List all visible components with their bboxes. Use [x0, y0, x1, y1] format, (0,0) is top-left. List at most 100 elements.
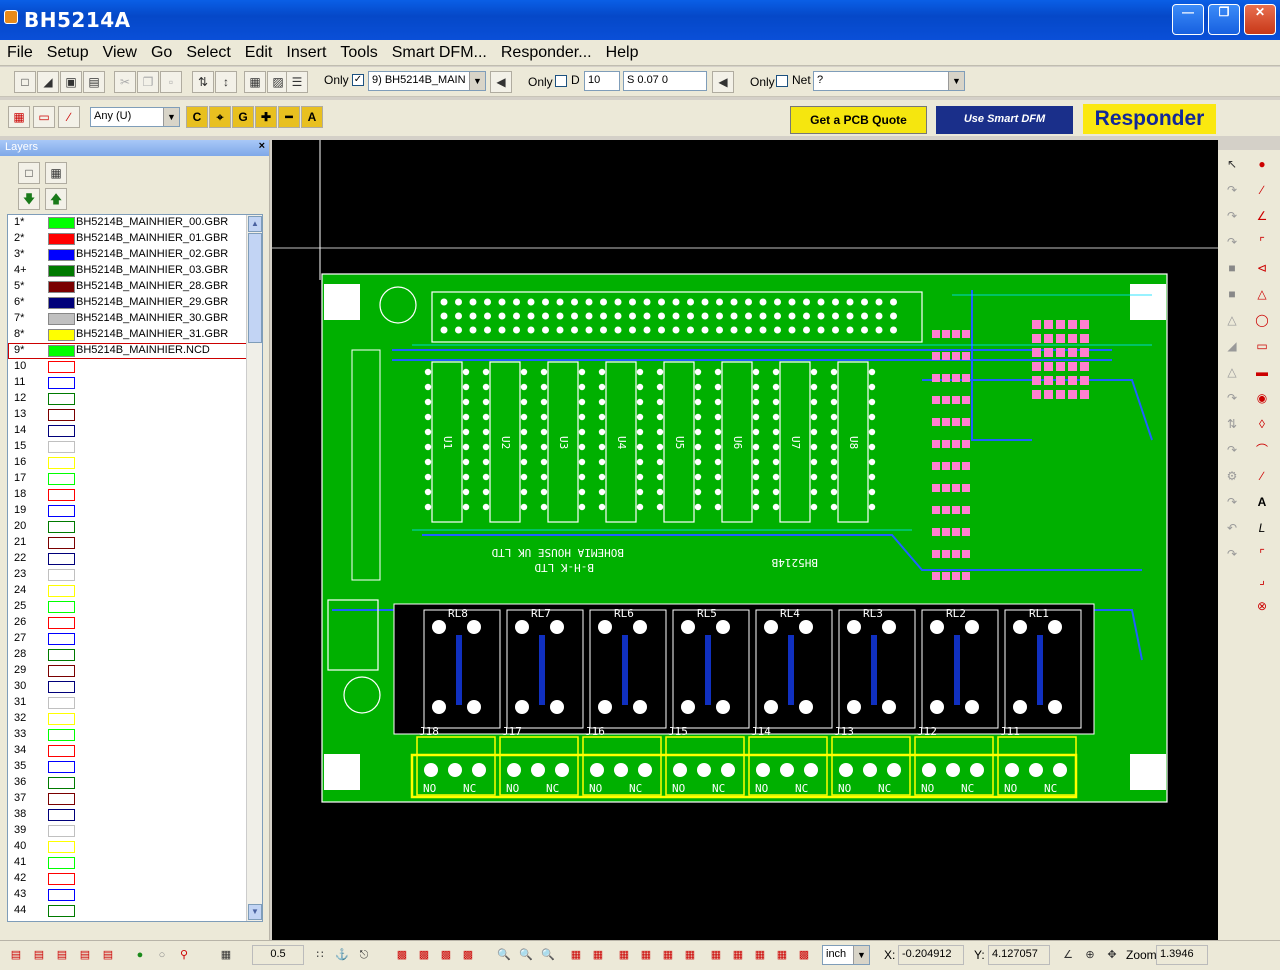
- select-box3-icon[interactable]: ▩: [436, 945, 456, 965]
- layer-row[interactable]: 39: [8, 823, 262, 839]
- corner-line-icon[interactable]: ⌜: [1252, 232, 1272, 252]
- layer-color-swatch[interactable]: [48, 265, 75, 277]
- layer-color-swatch[interactable]: [48, 217, 75, 229]
- select-box1-icon[interactable]: ▩: [392, 945, 412, 965]
- view2-icon[interactable]: ▦: [588, 945, 608, 965]
- view6-icon[interactable]: ▦: [680, 945, 700, 965]
- layer-color-swatch[interactable]: [48, 889, 75, 901]
- grid-toggle-icon[interactable]: ▦: [216, 945, 236, 965]
- copy-tool-icon[interactable]: ↷: [1222, 206, 1242, 226]
- menu-tools[interactable]: Tools: [333, 40, 384, 62]
- responder-button[interactable]: Responder: [1083, 104, 1216, 134]
- settings-icon[interactable]: ⚙: [1222, 466, 1242, 486]
- layer-color-swatch[interactable]: [48, 809, 75, 821]
- text-tool-icon[interactable]: A: [1252, 492, 1272, 512]
- open-folder-icon[interactable]: ◢: [37, 71, 59, 93]
- layer-row[interactable]: 36: [8, 775, 262, 791]
- layer-color-swatch[interactable]: [48, 553, 75, 565]
- arc-line-icon[interactable]: ⊲: [1252, 258, 1272, 278]
- layer-color-swatch[interactable]: [48, 409, 75, 421]
- layer-color-swatch[interactable]: [48, 729, 75, 741]
- layer-color-swatch[interactable]: [48, 489, 75, 501]
- view5-icon[interactable]: ▦: [658, 945, 678, 965]
- minimize-button[interactable]: —: [1172, 4, 1204, 35]
- layer-color-swatch[interactable]: [48, 825, 75, 837]
- view3-icon[interactable]: ▦: [614, 945, 634, 965]
- move-up-icon[interactable]: 🡅: [45, 188, 67, 210]
- menu-file[interactable]: File: [0, 40, 40, 62]
- layer-row[interactable]: 40: [8, 839, 262, 855]
- layer-color-swatch[interactable]: [48, 793, 75, 805]
- view7-icon[interactable]: ▦: [706, 945, 726, 965]
- layer-row[interactable]: 43: [8, 887, 262, 903]
- circle-tool-icon[interactable]: ◯: [1252, 310, 1272, 330]
- mirror-tool-icon[interactable]: △: [1222, 310, 1242, 330]
- layer-row[interactable]: 6* BH5214B_MAINHIER_29.GBR: [8, 295, 262, 311]
- layer-list-scrollbar[interactable]: ▲ ▼: [246, 215, 262, 921]
- layer-color-swatch[interactable]: [48, 441, 75, 453]
- stretch-tool-icon[interactable]: △: [1222, 362, 1242, 382]
- light-on-icon[interactable]: ●: [130, 945, 150, 965]
- close-button[interactable]: ✕: [1244, 4, 1276, 35]
- snap-a-icon[interactable]: A: [301, 106, 323, 128]
- pcb-canvas[interactable]: U1 U2 U3 U4 U5 U6 U7 U8 RL8 RL7 RL6 RL5 RL4 RL3 RL2 RL…: [272, 140, 1218, 940]
- layer-mode1-icon[interactable]: ▤: [6, 945, 26, 965]
- layer-row[interactable]: 2* BH5214B_MAINHIER_01.GBR: [8, 231, 262, 247]
- close-icon[interactable]: ×: [259, 140, 265, 152]
- snap-c-icon[interactable]: C: [186, 106, 208, 128]
- dimension-tool-icon[interactable]: ⌜: [1252, 544, 1272, 564]
- layer-color-swatch[interactable]: [48, 665, 75, 677]
- arc-tool-icon[interactable]: ⌒: [1252, 440, 1272, 460]
- target-icon[interactable]: ◉: [1252, 388, 1272, 408]
- layer-color-swatch[interactable]: [48, 457, 75, 469]
- triangle-tool-icon[interactable]: △: [1252, 284, 1272, 304]
- layer-row[interactable]: 24: [8, 583, 262, 599]
- rectangle-tool-icon[interactable]: ▭: [1252, 336, 1272, 356]
- layer-table-icon[interactable]: ▦: [45, 162, 67, 184]
- layer-color-swatch[interactable]: [48, 361, 75, 373]
- move-tool-icon[interactable]: ↷: [1222, 180, 1242, 200]
- layer-row[interactable]: 32: [8, 711, 262, 727]
- only-net-checkbox[interactable]: [776, 75, 788, 87]
- layer-mode4-icon[interactable]: ▤: [75, 945, 95, 965]
- layer-color-swatch[interactable]: [48, 249, 75, 261]
- snap-grid-icon[interactable]: ⌖: [209, 106, 231, 128]
- layer-row[interactable]: 45: [8, 919, 262, 921]
- layer-color-swatch[interactable]: [48, 857, 75, 869]
- layer-row[interactable]: 1* BH5214B_MAINHIER_00.GBR: [8, 215, 262, 231]
- pcb-quote-button[interactable]: Get a PCB Quote: [790, 106, 927, 134]
- snap-center-icon[interactable]: ✚: [255, 106, 277, 128]
- layer-mode5-icon[interactable]: ▤: [98, 945, 118, 965]
- zoom-window-icon[interactable]: 🔍: [516, 945, 536, 965]
- any-select[interactable]: Any (U) ▼: [90, 107, 180, 127]
- layer-color-swatch[interactable]: [48, 745, 75, 757]
- layer-color-swatch[interactable]: [48, 681, 75, 693]
- grid-value-field[interactable]: 0.5: [252, 945, 304, 965]
- new-file-icon[interactable]: □: [14, 71, 36, 93]
- menu-edit[interactable]: Edit: [238, 40, 280, 62]
- layer-color-swatch[interactable]: [48, 473, 75, 485]
- layer-row[interactable]: 16: [8, 455, 262, 471]
- menu-insert[interactable]: Insert: [279, 40, 333, 62]
- layer-row[interactable]: 27: [8, 631, 262, 647]
- layer-color-swatch[interactable]: [48, 777, 75, 789]
- select-tool-icon[interactable]: ⇅: [192, 71, 214, 93]
- layer-row[interactable]: 22: [8, 551, 262, 567]
- grid-dots-icon[interactable]: ∷: [310, 945, 330, 965]
- layer-row[interactable]: 29: [8, 663, 262, 679]
- layer-color-swatch[interactable]: [48, 425, 75, 437]
- menu-go[interactable]: Go: [144, 40, 179, 62]
- only-d-checkbox[interactable]: [555, 75, 567, 87]
- pin-icon[interactable]: ⚲: [174, 945, 194, 965]
- save-icon[interactable]: ▣: [60, 71, 82, 93]
- maximize-button[interactable]: ❐: [1208, 4, 1240, 35]
- layer-mode3-icon[interactable]: ▤: [52, 945, 72, 965]
- select-box4-icon[interactable]: ▩: [458, 945, 478, 965]
- layer-row[interactable]: 9* BH5214B_MAINHIER.NCD: [8, 343, 262, 359]
- layer-color-swatch[interactable]: [48, 329, 75, 341]
- view11-icon[interactable]: ▩: [794, 945, 814, 965]
- select-box2-icon[interactable]: ▩: [414, 945, 434, 965]
- layer-props-icon[interactable]: □: [18, 162, 40, 184]
- block-tool-icon[interactable]: ■: [1222, 284, 1242, 304]
- draw-line-icon[interactable]: ∕: [58, 106, 80, 128]
